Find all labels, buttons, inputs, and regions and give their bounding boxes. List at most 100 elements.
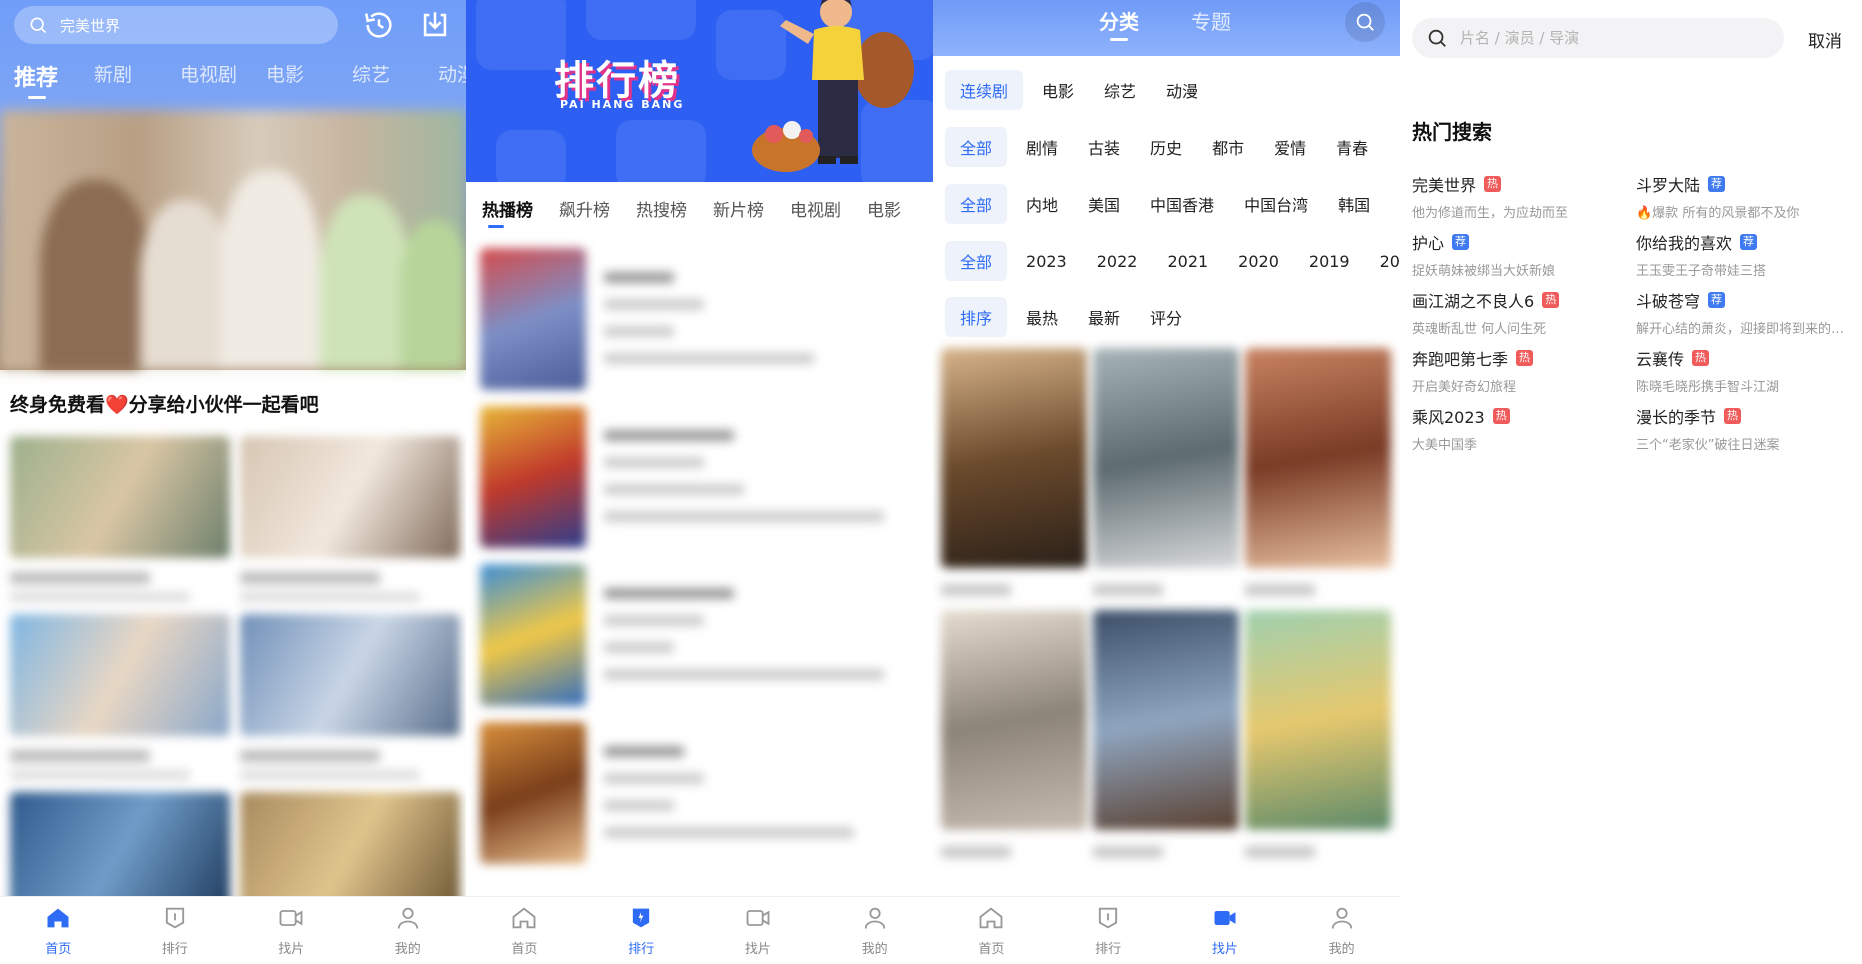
hot-search-item[interactable]: 你给我的喜欢荐 王玉雯王子奇带娃三搭: [1636, 230, 1858, 279]
filter-type-variety[interactable]: 综艺: [1089, 78, 1151, 102]
video-card[interactable]: [941, 348, 1087, 596]
video-card[interactable]: [1093, 610, 1239, 858]
list-item[interactable]: [480, 248, 920, 406]
video-card[interactable]: [10, 436, 230, 602]
tab-movie[interactable]: 电影: [867, 196, 901, 228]
video-card[interactable]: [10, 614, 230, 780]
nav-profile[interactable]: 我的: [350, 897, 467, 964]
nav-ranking[interactable]: 排行: [117, 897, 234, 964]
hot-search-item[interactable]: 乘风2023 热 大美中国季: [1412, 404, 1636, 453]
list-item[interactable]: [480, 406, 920, 564]
featured-banner[interactable]: [0, 110, 466, 370]
video-card[interactable]: [240, 436, 460, 602]
filter-type-movie[interactable]: 电影: [1027, 78, 1089, 102]
filter-genre-urban[interactable]: 都市: [1197, 135, 1259, 159]
tab-hot-search[interactable]: 热搜榜: [636, 196, 687, 228]
filter-year-2021[interactable]: 2021: [1152, 252, 1223, 271]
category-video-grid: [941, 348, 1400, 858]
filter-year-2023[interactable]: 2023: [1011, 252, 1082, 271]
recommend-badge: 荐: [1740, 234, 1758, 250]
filter-genre-romance[interactable]: 爱情: [1259, 135, 1321, 159]
hot-search-item[interactable]: 护心荐 捉妖萌妹被绑当大妖新娘: [1412, 230, 1636, 279]
filter-sort-hottest[interactable]: 最热: [1011, 305, 1073, 329]
filter-genre-history[interactable]: 历史: [1135, 135, 1197, 159]
tab-movie[interactable]: 电影: [266, 60, 352, 99]
filter-sort-rating[interactable]: 评分: [1135, 305, 1197, 329]
filter-year-2018[interactable]: 2018: [1365, 252, 1400, 271]
nav-home[interactable]: 首页: [0, 897, 117, 964]
filter-region-taiwan[interactable]: 中国台湾: [1229, 192, 1323, 216]
tab-tv-series[interactable]: 电视剧: [180, 60, 266, 99]
filter-region-usa[interactable]: 美国: [1073, 192, 1135, 216]
nav-profile[interactable]: 我的: [1283, 897, 1400, 964]
tab-category[interactable]: 分类: [1099, 6, 1139, 41]
nav-discover[interactable]: 找片: [700, 897, 817, 964]
nav-discover[interactable]: 找片: [1167, 897, 1284, 964]
filter-genre-drama[interactable]: 剧情: [1011, 135, 1073, 159]
tab-rising[interactable]: 飙升榜: [559, 196, 610, 228]
video-card[interactable]: [1245, 610, 1391, 858]
video-card[interactable]: [1245, 348, 1391, 596]
tab-tv-series[interactable]: 电视剧: [790, 196, 841, 228]
nav-profile-label: 我的: [861, 942, 888, 957]
list-item[interactable]: [480, 564, 920, 722]
nav-discover[interactable]: 找片: [233, 897, 350, 964]
video-camera-icon: [746, 910, 770, 926]
ranking-screen: 排行榜 PAI HANG BANG 热播榜 飙升榜 热搜榜 新片榜 电视剧 电影…: [466, 0, 933, 964]
person-icon: [397, 907, 419, 929]
list-item[interactable]: [480, 722, 920, 880]
tab-new-drama[interactable]: 新剧: [94, 60, 180, 99]
search-bar[interactable]: [1412, 18, 1784, 58]
download-button[interactable]: [418, 8, 452, 42]
video-card[interactable]: [941, 610, 1087, 858]
nav-discover-label: 找片: [1211, 942, 1238, 957]
search-button[interactable]: [1345, 2, 1385, 42]
hot-search-item[interactable]: 漫长的季节热 三个“老家伙”破往日迷案: [1636, 404, 1858, 453]
search-bar[interactable]: 完美世界: [14, 6, 338, 44]
tab-hot-play[interactable]: 热播榜: [482, 196, 533, 228]
nav-ranking-label: 排行: [628, 942, 655, 957]
video-card[interactable]: [240, 614, 460, 780]
recommend-badge: 荐: [1708, 176, 1726, 192]
filter-genre-costume[interactable]: 古装: [1073, 135, 1135, 159]
history-button[interactable]: [362, 8, 396, 42]
hot-search-item[interactable]: 斗罗大陆荐 🔥爆款 所有的风景都不及你: [1636, 172, 1858, 221]
tab-new-release[interactable]: 新片榜: [713, 196, 764, 228]
search-input[interactable]: [1460, 29, 1760, 47]
filter-year-2020[interactable]: 2020: [1223, 252, 1294, 271]
filter-year-2019[interactable]: 2019: [1294, 252, 1365, 271]
download-icon: [423, 12, 447, 37]
hot-search-item[interactable]: 画江湖之不良人6 热 英魂断乱世 何人问生死: [1412, 288, 1636, 337]
filter-row-sort: 排序 最热 最新 评分: [945, 297, 1197, 337]
video-card[interactable]: [1093, 348, 1239, 596]
hot-badge: 热: [1692, 350, 1710, 366]
nav-ranking[interactable]: 排行: [1050, 897, 1167, 964]
filter-region-korea[interactable]: 韩国: [1323, 192, 1385, 216]
hot-search-item[interactable]: 云襄传热 陈晓毛晓彤携手智斗江湖: [1636, 346, 1858, 395]
filter-region-all[interactable]: 全部: [945, 184, 1008, 224]
filter-year-2022[interactable]: 2022: [1082, 252, 1153, 271]
filter-sort-newest[interactable]: 最新: [1073, 305, 1135, 329]
cancel-button[interactable]: 取消: [1808, 27, 1842, 52]
hot-search-item[interactable]: 奔跑吧第七季热 开启美好奇幻旅程: [1412, 346, 1636, 395]
nav-ranking[interactable]: 排行: [583, 897, 700, 964]
filter-type-anime[interactable]: 动漫: [1151, 78, 1213, 102]
filter-type-series[interactable]: 连续剧: [945, 70, 1024, 110]
nav-profile[interactable]: 我的: [816, 897, 933, 964]
nav-home[interactable]: 首页: [466, 897, 583, 964]
promo-headline: 终身免费看❤️分享给小伙伴一起看吧: [10, 394, 319, 416]
filter-genre-all[interactable]: 全部: [945, 127, 1008, 167]
tab-variety[interactable]: 综艺: [352, 60, 438, 99]
tab-anime[interactable]: 动漫: [438, 60, 466, 99]
hot-search-name: 斗破苍穹: [1636, 292, 1701, 311]
category-screen: 分类 专题 连续剧 电影 综艺 动漫 全部 剧情 古装 历史 都市 爱情 青春 …: [933, 0, 1400, 964]
hot-search-item[interactable]: 完美世界热 他为修道而生，为应劫而至: [1412, 172, 1636, 221]
filter-region-hongkong[interactable]: 中国香港: [1135, 192, 1229, 216]
filter-genre-youth[interactable]: 青春: [1321, 135, 1383, 159]
tab-recommend[interactable]: 推荐: [14, 60, 94, 99]
filter-year-all[interactable]: 全部: [945, 241, 1008, 281]
hot-search-item[interactable]: 斗破苍穹荐 解开心结的萧炎，迎接即将到来的挑战: [1636, 288, 1858, 337]
filter-region-mainland[interactable]: 内地: [1011, 192, 1073, 216]
nav-home[interactable]: 首页: [933, 897, 1050, 964]
tab-topic[interactable]: 专题: [1191, 6, 1231, 35]
